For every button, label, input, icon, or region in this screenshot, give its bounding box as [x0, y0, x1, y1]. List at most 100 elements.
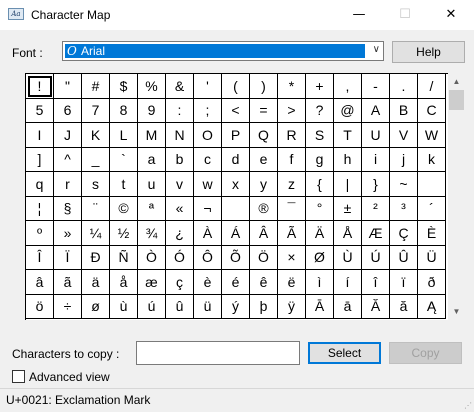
- char-cell[interactable]: [418, 172, 446, 197]
- char-cell[interactable]: ¬: [194, 196, 222, 221]
- char-cell[interactable]: W: [418, 123, 446, 148]
- character-grid[interactable]: ! " # $% & '() * +, -./ 5 6 7 8 9:; < = >? @ A B C I J K L M N O P Q R…: [25, 73, 448, 320]
- char-cell[interactable]: =: [250, 98, 278, 123]
- char-cell[interactable]: }: [362, 172, 390, 197]
- char-cell[interactable]: x: [222, 172, 250, 197]
- char-cell[interactable]: Ï: [54, 245, 82, 270]
- char-cell[interactable]: þ: [250, 294, 278, 319]
- char-cell[interactable]: h: [334, 147, 362, 172]
- char-cell[interactable]: Ú: [362, 245, 390, 270]
- char-cell[interactable]: ×: [278, 245, 306, 270]
- char-cell[interactable]: i: [362, 147, 390, 172]
- char-cell[interactable]: Â: [250, 221, 278, 246]
- char-cell[interactable]: M: [138, 123, 166, 148]
- char-cell[interactable]: ú: [138, 294, 166, 319]
- char-cell[interactable]: ê: [250, 270, 278, 295]
- char-cell[interactable]: +: [306, 74, 334, 99]
- char-cell[interactable]: ï: [390, 270, 418, 295]
- char-cell[interactable]: ´: [418, 196, 446, 221]
- char-cell[interactable]: f: [278, 147, 306, 172]
- char-cell[interactable]: ^: [54, 147, 82, 172]
- scroll-up-icon[interactable]: ▲: [448, 73, 465, 90]
- char-cell[interactable]: ³: [390, 196, 418, 221]
- char-cell[interactable]: K: [82, 123, 110, 148]
- char-cell[interactable]: Î: [26, 245, 54, 270]
- char-cell[interactable]: {: [306, 172, 334, 197]
- char-cell[interactable]: ~: [390, 172, 418, 197]
- char-cell[interactable]: ²: [362, 196, 390, 221]
- close-button[interactable]: ✕: [428, 0, 474, 30]
- char-cell[interactable]: ±: [334, 196, 362, 221]
- char-cell[interactable]: @: [334, 98, 362, 123]
- char-cell-selected[interactable]: !: [26, 74, 54, 99]
- char-cell[interactable]: ¼: [82, 221, 110, 246]
- char-cell[interactable]: `: [110, 147, 138, 172]
- char-cell[interactable]: $: [110, 74, 138, 99]
- char-cell[interactable]: ¨: [82, 196, 110, 221]
- char-cell[interactable]: ä: [82, 270, 110, 295]
- char-cell[interactable]: Æ: [362, 221, 390, 246]
- char-cell[interactable]: ù: [110, 294, 138, 319]
- char-cell[interactable]: È: [418, 221, 446, 246]
- size-grip-icon[interactable]: ⋰: [464, 401, 472, 410]
- char-cell[interactable]: é: [222, 270, 250, 295]
- char-cell[interactable]: Ñ: [110, 245, 138, 270]
- char-cell[interactable]: î: [362, 270, 390, 295]
- char-cell[interactable]: í: [334, 270, 362, 295]
- char-cell[interactable]: I: [26, 123, 54, 148]
- help-button[interactable]: Help: [392, 41, 465, 63]
- dropdown-arrow-icon[interactable]: ∨: [373, 44, 380, 55]
- char-cell[interactable]: v: [166, 172, 194, 197]
- char-cell[interactable]: ,: [334, 74, 362, 99]
- char-cell[interactable]: »: [54, 221, 82, 246]
- char-cell[interactable]: B: [390, 98, 418, 123]
- char-cell[interactable]: å: [110, 270, 138, 295]
- char-cell[interactable]: Ä: [306, 221, 334, 246]
- char-cell[interactable]: |: [334, 172, 362, 197]
- char-cell[interactable]: L: [110, 123, 138, 148]
- char-cell[interactable]: b: [166, 147, 194, 172]
- char-cell[interactable]: ö: [26, 294, 54, 319]
- char-cell[interactable]: 6: [54, 98, 82, 123]
- char-cell[interactable]: z: [278, 172, 306, 197]
- char-cell[interactable]: ë: [278, 270, 306, 295]
- char-cell[interactable]: c: [194, 147, 222, 172]
- char-cell[interactable]: :: [166, 98, 194, 123]
- char-cell[interactable]: S: [306, 123, 334, 148]
- char-cell[interactable]: O: [194, 123, 222, 148]
- char-cell[interactable]: &: [166, 74, 194, 99]
- char-cell[interactable]: Õ: [222, 245, 250, 270]
- char-cell[interactable]: <: [222, 98, 250, 123]
- char-cell[interactable]: è: [194, 270, 222, 295]
- char-cell[interactable]: ă: [390, 294, 418, 319]
- char-cell[interactable]: ©: [110, 196, 138, 221]
- char-cell[interactable]: Ð: [82, 245, 110, 270]
- char-cell[interactable]: J: [54, 123, 82, 148]
- char-cell[interactable]: Ô: [194, 245, 222, 270]
- char-cell[interactable]: Ç: [390, 221, 418, 246]
- char-cell[interactable]: «: [166, 196, 194, 221]
- char-cell[interactable]: V: [390, 123, 418, 148]
- scroll-down-icon[interactable]: ▼: [448, 303, 465, 320]
- char-cell[interactable]: q: [26, 172, 54, 197]
- char-cell[interactable]: ø: [82, 294, 110, 319]
- char-cell[interactable]: ì: [306, 270, 334, 295]
- char-cell[interactable]: 9: [138, 98, 166, 123]
- char-cell[interactable]: Ù: [334, 245, 362, 270]
- char-cell[interactable]: ': [194, 74, 222, 99]
- char-cell[interactable]: 8: [110, 98, 138, 123]
- copy-button[interactable]: Copy: [389, 342, 462, 364]
- select-button[interactable]: Select: [308, 342, 381, 364]
- char-cell[interactable]: æ: [138, 270, 166, 295]
- char-cell[interactable]: P: [222, 123, 250, 148]
- char-cell[interactable]: w: [194, 172, 222, 197]
- char-cell[interactable]: k: [418, 147, 446, 172]
- char-cell[interactable]: ;: [194, 98, 222, 123]
- char-cell[interactable]: (: [222, 74, 250, 99]
- char-cell[interactable]: /: [418, 74, 446, 99]
- char-cell[interactable]: 5: [26, 98, 54, 123]
- char-cell[interactable]: ­: [222, 196, 250, 221]
- grid-scrollbar[interactable]: ▲ ▼: [448, 73, 465, 320]
- char-cell[interactable]: Á: [222, 221, 250, 246]
- char-cell[interactable]: Û: [390, 245, 418, 270]
